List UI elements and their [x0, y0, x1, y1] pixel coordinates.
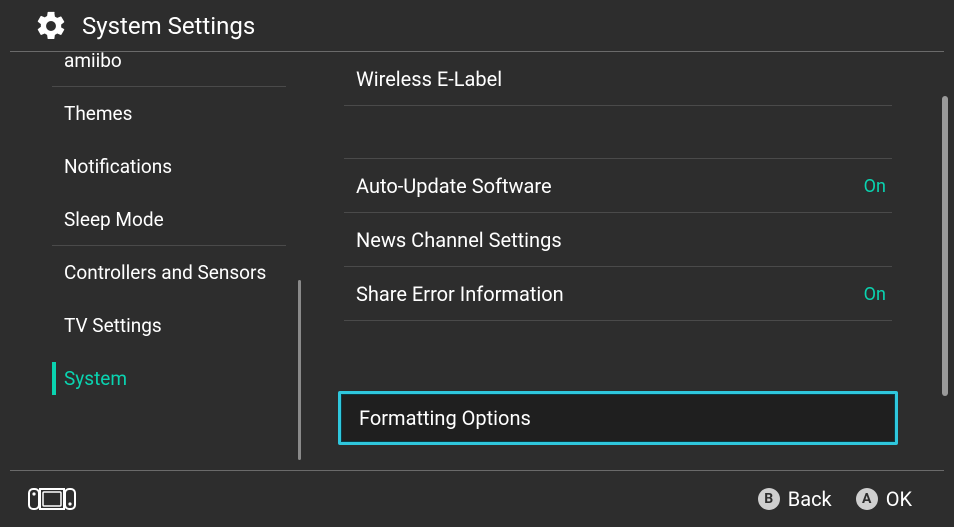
- row-label: Wireless E-Label: [356, 67, 502, 91]
- b-button-icon: B: [758, 488, 780, 510]
- scrollbar-thumb[interactable]: [298, 280, 301, 460]
- footer-hints: B Back A OK: [758, 487, 912, 511]
- hint-label: Back: [788, 487, 832, 511]
- sidebar-item-controllers[interactable]: Controllers and Sensors: [10, 246, 300, 299]
- hint-back[interactable]: B Back: [758, 487, 832, 511]
- gear-icon: [34, 9, 68, 43]
- sidebar-item-notifications[interactable]: Notifications: [10, 140, 300, 193]
- row-formatting-options[interactable]: Formatting Options: [338, 391, 898, 445]
- sidebar-item-label: amiibo: [64, 52, 122, 72]
- scrollbar-thumb[interactable]: [942, 96, 948, 396]
- header: System Settings: [10, 0, 944, 52]
- row-label: Auto-Update Software: [356, 174, 552, 198]
- group-spacer: [330, 106, 906, 158]
- sidebar-item-label: TV Settings: [64, 314, 162, 337]
- row-label: News Channel Settings: [356, 228, 562, 252]
- sidebar-scrollbar[interactable]: [298, 60, 302, 460]
- row-news-channel-settings[interactable]: News Channel Settings: [330, 213, 906, 267]
- group-spacer: [330, 321, 906, 391]
- sidebar-item-label: Controllers and Sensors: [64, 261, 266, 284]
- content-pane: Wireless E-Label Auto-Update Software On…: [330, 52, 906, 470]
- hint-label: OK: [886, 487, 912, 511]
- sidebar-item-sleep-mode[interactable]: Sleep Mode: [10, 193, 300, 246]
- sidebar-item-label: Notifications: [64, 155, 172, 178]
- row-auto-update-software[interactable]: Auto-Update Software On: [330, 159, 906, 213]
- row-value: On: [864, 284, 892, 305]
- sidebar-item-amiibo[interactable]: amiibo: [10, 52, 300, 87]
- console-icon: [28, 488, 76, 510]
- sidebar-item-tv-settings[interactable]: TV Settings: [10, 299, 300, 352]
- sidebar-item-label: Themes: [64, 102, 132, 125]
- page-title: System Settings: [82, 12, 255, 40]
- content-scrollbar[interactable]: [942, 56, 948, 466]
- sidebar-item-label: Sleep Mode: [64, 208, 164, 231]
- sidebar-item-label: System: [64, 367, 127, 390]
- footer: B Back A OK: [10, 470, 944, 527]
- row-label: Formatting Options: [359, 406, 531, 430]
- sidebar-item-system[interactable]: System: [10, 352, 300, 405]
- row-wireless-e-label[interactable]: Wireless E-Label: [330, 52, 906, 106]
- row-value: On: [864, 176, 892, 197]
- row-label: Share Error Information: [356, 282, 564, 306]
- a-button-icon: A: [856, 488, 878, 510]
- hint-ok[interactable]: A OK: [856, 487, 912, 511]
- sidebar: amiibo Themes Notifications Sleep Mode C…: [10, 52, 300, 470]
- row-share-error-information[interactable]: Share Error Information On: [330, 267, 906, 321]
- sidebar-item-themes[interactable]: Themes: [10, 87, 300, 140]
